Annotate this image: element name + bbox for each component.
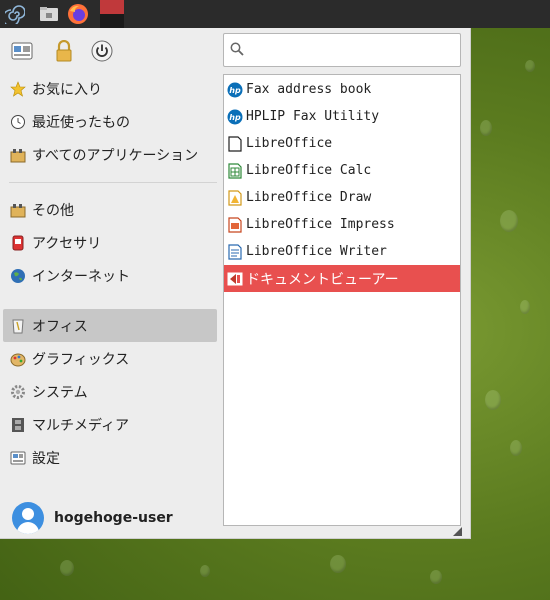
app-label: HPLIP Fax Utility <box>246 109 380 124</box>
category-favorites[interactable]: お気に入り <box>3 72 217 105</box>
libreoffice-icon <box>227 135 243 152</box>
office-icon <box>9 317 27 335</box>
gear-icon <box>9 383 27 401</box>
app-square-icon <box>100 0 124 28</box>
raindrop <box>520 300 530 314</box>
raindrop <box>510 440 522 456</box>
globe-icon <box>9 267 27 285</box>
avatar <box>12 502 44 534</box>
category-label: すべてのアプリケーション <box>32 147 199 164</box>
calc-icon <box>227 162 243 179</box>
category-label: アクセサリ <box>32 235 102 252</box>
app-item-hplip-fax-utility[interactable]: hp HPLIP Fax Utility <box>224 103 460 130</box>
app-label: LibreOffice Draw <box>246 190 372 205</box>
active-app-button[interactable] <box>100 0 124 28</box>
category-multimedia[interactable]: マルチメディア <box>3 408 217 441</box>
raindrop <box>485 390 501 410</box>
category-label: 最近使ったもの <box>32 114 130 131</box>
accessories-icon <box>9 234 27 252</box>
search-box[interactable] <box>223 33 461 67</box>
firefox-launcher[interactable] <box>64 0 92 28</box>
app-label: LibreOffice Impress <box>246 217 395 232</box>
file-manager-launcher[interactable] <box>36 0 62 28</box>
spiral-icon <box>5 5 25 24</box>
search-icon <box>230 42 244 56</box>
category-accessories[interactable]: アクセサリ <box>3 226 217 259</box>
category-system[interactable]: システム <box>3 375 217 408</box>
log-out-button[interactable] <box>88 38 116 64</box>
category-all-applications[interactable]: すべてのアプリケーション <box>3 138 217 171</box>
impress-icon <box>227 216 243 233</box>
folder-icon <box>40 7 58 21</box>
firefox-icon <box>68 4 88 24</box>
settings-icon <box>9 449 27 467</box>
raindrop <box>430 570 442 584</box>
app-label: LibreOffice Writer <box>246 244 387 259</box>
category-graphics[interactable]: グラフィックス <box>3 342 217 375</box>
draw-icon <box>227 189 243 206</box>
category-settings[interactable]: 設定 <box>3 441 217 474</box>
svg-text:hp: hp <box>229 86 241 95</box>
app-label: Fax address book <box>246 82 372 97</box>
app-item-fax-address-book[interactable]: hp Fax address book <box>224 76 460 103</box>
category-label: その他 <box>32 202 74 219</box>
graphics-icon <box>9 350 27 368</box>
category-other[interactable]: その他 <box>3 193 217 226</box>
app-item-libreoffice-writer[interactable]: LibreOffice Writer <box>224 238 460 265</box>
svg-text:hp: hp <box>229 113 241 122</box>
hp-icon: hp <box>227 82 243 98</box>
category-label: お気に入り <box>32 81 102 98</box>
raindrop <box>330 555 346 573</box>
divider <box>9 182 217 183</box>
app-item-libreoffice-impress[interactable]: LibreOffice Impress <box>224 211 460 238</box>
raindrop <box>525 60 535 72</box>
application-list: hp Fax address book hp HPLIP Fax Utility… <box>223 74 461 526</box>
app-item-libreoffice-calc[interactable]: LibreOffice Calc <box>224 157 460 184</box>
taskbar <box>0 0 550 28</box>
raindrop <box>480 120 492 136</box>
category-label: インターネット <box>32 268 130 285</box>
lock-screen-button[interactable] <box>50 38 78 64</box>
resize-grip[interactable] <box>453 527 462 536</box>
lock-icon <box>56 40 72 62</box>
user-info: hogehoge-user <box>12 502 173 534</box>
other-icon <box>9 201 27 219</box>
whisker-menu-button[interactable] <box>0 0 30 28</box>
raindrop <box>200 565 210 577</box>
category-internet[interactable]: インターネット <box>3 259 217 292</box>
application-menu: お気に入り 最近使ったもの すべてのアプリケーション その他 アクセサリ インタ… <box>0 28 471 539</box>
category-label: 設定 <box>32 450 60 467</box>
app-item-libreoffice[interactable]: LibreOffice <box>224 130 460 157</box>
hp-icon: hp <box>227 109 243 125</box>
search-input[interactable] <box>250 38 454 62</box>
all-settings-button[interactable] <box>8 38 36 64</box>
category-label: オフィス <box>32 318 88 335</box>
raindrop <box>500 210 518 232</box>
multimedia-icon <box>9 416 27 434</box>
app-label: LibreOffice Calc <box>246 163 372 178</box>
app-label: LibreOffice <box>246 136 333 151</box>
category-label: グラフィックス <box>32 351 130 368</box>
clock-icon <box>9 113 27 131</box>
settings-icon <box>11 42 33 60</box>
applications-icon <box>9 146 27 164</box>
app-item-libreoffice-draw[interactable]: LibreOffice Draw <box>224 184 460 211</box>
user-name: hogehoge-user <box>54 510 173 526</box>
star-icon <box>9 80 27 98</box>
document-viewer-icon <box>227 271 243 287</box>
app-item-document-viewer[interactable]: ドキュメントビューアー <box>224 265 460 292</box>
app-label: ドキュメントビューアー <box>246 271 399 288</box>
raindrop <box>60 560 74 576</box>
category-label: マルチメディア <box>32 417 130 434</box>
category-office[interactable]: オフィス <box>3 309 217 342</box>
writer-icon <box>227 243 243 260</box>
category-label: システム <box>32 384 88 401</box>
category-recent[interactable]: 最近使ったもの <box>3 105 217 138</box>
power-icon <box>91 40 113 62</box>
